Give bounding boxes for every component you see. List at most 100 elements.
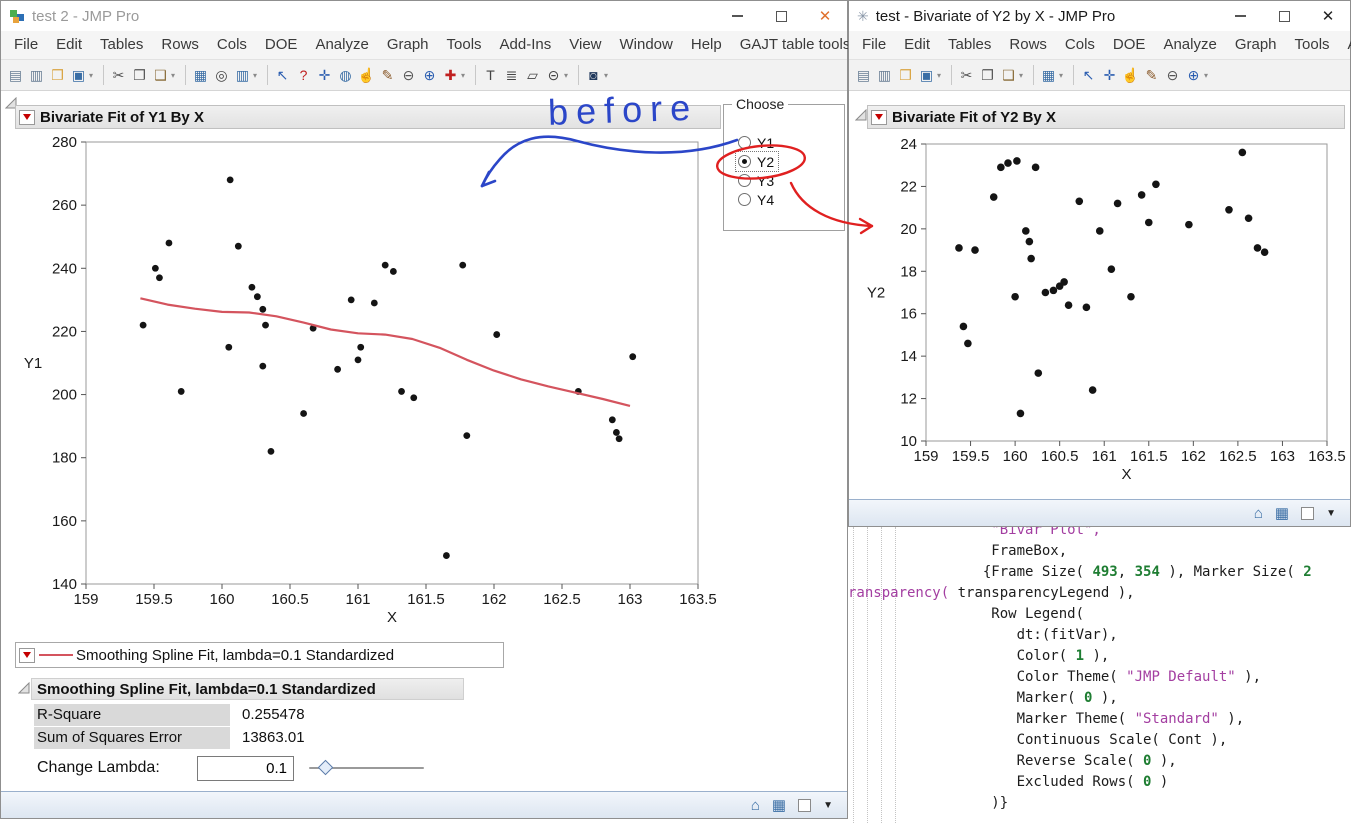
- window-grid-icon[interactable]: ▦: [772, 796, 786, 814]
- gajt-tool-icon[interactable]: ◙: [583, 64, 604, 86]
- menu-analyze[interactable]: Analyze: [306, 31, 377, 59]
- window-layout-icon[interactable]: ▥: [232, 64, 253, 86]
- brush-icon[interactable]: ✎: [1141, 64, 1162, 86]
- menu-gajt-table-tools[interactable]: GAJT table tools: [731, 31, 860, 59]
- plot-frame[interactable]: [86, 142, 698, 584]
- menu-file[interactable]: File: [853, 31, 895, 59]
- annotate-text-icon[interactable]: T: [480, 64, 501, 86]
- binoculars-icon[interactable]: ◎: [211, 64, 232, 86]
- annotate-oval-icon[interactable]: ⊝: [543, 64, 564, 86]
- menu-tools[interactable]: Tools: [1286, 31, 1339, 59]
- arrow-cursor-icon[interactable]: ↖: [272, 64, 293, 86]
- toolbar-dropdown-caret-icon[interactable]: ▾: [604, 71, 612, 80]
- home-icon[interactable]: ⌂: [751, 797, 760, 814]
- cut-icon[interactable]: ✂: [108, 64, 129, 86]
- radio-option-y1[interactable]: Y1: [736, 133, 778, 152]
- menu-cols[interactable]: Cols: [208, 31, 256, 59]
- home-icon[interactable]: ⌂: [1254, 505, 1263, 522]
- window-grid-icon[interactable]: ▦: [1275, 504, 1289, 522]
- menu-edit[interactable]: Edit: [895, 31, 939, 59]
- red-triangle-menu-icon[interactable]: [19, 110, 35, 125]
- help-icon[interactable]: ?: [293, 64, 314, 86]
- left-titlebar[interactable]: test 2 - JMP Pro ✕: [1, 1, 847, 31]
- mover-icon[interactable]: ✛: [1099, 64, 1120, 86]
- toolbar-dropdown-caret-icon[interactable]: ▾: [89, 71, 97, 80]
- red-triangle-menu-icon[interactable]: [871, 110, 887, 125]
- menu-view[interactable]: View: [560, 31, 610, 59]
- menu-help[interactable]: Help: [682, 31, 731, 59]
- data-table-icon[interactable]: ▦: [1038, 64, 1059, 86]
- crosshair-plus-icon[interactable]: ✚: [440, 64, 461, 86]
- grabber-hand-icon[interactable]: ☝: [356, 64, 377, 86]
- annotate-polygon-icon[interactable]: ▱: [522, 64, 543, 86]
- brush-icon[interactable]: ✎: [377, 64, 398, 86]
- close-icon[interactable]: ✕: [803, 1, 847, 31]
- spline-section-header[interactable]: Smoothing Spline Fit, lambda=0.1 Standar…: [31, 678, 464, 700]
- new-journal-icon[interactable]: ▤: [5, 64, 26, 86]
- menu-graph[interactable]: Graph: [1226, 31, 1286, 59]
- radio-button-icon[interactable]: [738, 136, 751, 149]
- save-icon[interactable]: ▣: [916, 64, 937, 86]
- radio-option-y4[interactable]: Y4: [736, 190, 778, 209]
- paste-icon[interactable]: ❑: [998, 64, 1019, 86]
- radio-button-icon[interactable]: [738, 155, 751, 168]
- menu-analyze[interactable]: Analyze: [1154, 31, 1225, 59]
- lambda-slider[interactable]: [309, 760, 424, 777]
- toolbar-dropdown-caret-icon[interactable]: ▾: [461, 71, 469, 80]
- annotate-lines-icon[interactable]: ≣: [501, 64, 522, 86]
- menu-file[interactable]: File: [5, 31, 47, 59]
- radio-option-y2[interactable]: Y2: [736, 152, 778, 171]
- paste-icon[interactable]: ❑: [150, 64, 171, 86]
- radio-button-icon[interactable]: [738, 174, 751, 187]
- toolbar-dropdown-caret-icon[interactable]: ▾: [564, 71, 572, 80]
- zoom-in-icon[interactable]: ⊕: [1183, 64, 1204, 86]
- right-titlebar[interactable]: ✳ test - Bivariate of Y2 by X - JMP Pro …: [849, 1, 1350, 31]
- zoom-out-icon[interactable]: ⊖: [1162, 64, 1183, 86]
- menu-ad[interactable]: Ad: [1339, 31, 1351, 59]
- maximize-icon[interactable]: [759, 1, 803, 31]
- toolbar-dropdown-caret-icon[interactable]: ▾: [171, 71, 179, 80]
- menu-edit[interactable]: Edit: [47, 31, 91, 59]
- scatter-plot-y1[interactable]: 140160180200220240260280159159.5160160.5…: [1, 129, 746, 639]
- cut-icon[interactable]: ✂: [956, 64, 977, 86]
- save-icon[interactable]: ▣: [68, 64, 89, 86]
- toolbar-dropdown-caret-icon[interactable]: ▾: [937, 71, 945, 80]
- open-file-icon[interactable]: ❒: [895, 64, 916, 86]
- script-editor[interactable]: "Bivar Plot", FrameBox, {Frame Size( 493…: [848, 527, 1351, 823]
- new-journal-icon[interactable]: ▤: [853, 64, 874, 86]
- menu-window[interactable]: Window: [611, 31, 682, 59]
- disclosure-triangle-icon[interactable]: [18, 682, 30, 694]
- disclosure-triangle-icon[interactable]: [855, 109, 867, 121]
- menu-graph[interactable]: Graph: [378, 31, 438, 59]
- minimize-icon[interactable]: [1218, 1, 1262, 31]
- grabber-hand-icon[interactable]: ☝: [1120, 64, 1141, 86]
- dropdown-icon[interactable]: ▼: [823, 800, 833, 811]
- menu-rows[interactable]: Rows: [152, 31, 208, 59]
- zoom-out-icon[interactable]: ⊖: [398, 64, 419, 86]
- red-triangle-menu-icon[interactable]: [19, 648, 35, 663]
- mover-icon[interactable]: ✛: [314, 64, 335, 86]
- close-icon[interactable]: ✕: [1306, 1, 1350, 31]
- scatter-plot-y2[interactable]: 1012141618202224159159.5160160.5161161.5…: [849, 129, 1351, 495]
- zoom-in-icon[interactable]: ⊕: [419, 64, 440, 86]
- copy-icon[interactable]: ❐: [977, 64, 998, 86]
- toolbar-dropdown-caret-icon[interactable]: ▾: [1019, 71, 1027, 80]
- copy-icon[interactable]: ❐: [129, 64, 150, 86]
- menu-doe[interactable]: DOE: [256, 31, 307, 59]
- globe-icon[interactable]: ◍: [335, 64, 356, 86]
- radio-option-y3[interactable]: Y3: [736, 171, 778, 190]
- plot-frame[interactable]: [926, 144, 1327, 441]
- menu-tools[interactable]: Tools: [438, 31, 491, 59]
- toolbar-dropdown-caret-icon[interactable]: ▾: [253, 71, 261, 80]
- radio-button-icon[interactable]: [738, 193, 751, 206]
- data-table-icon[interactable]: ▦: [190, 64, 211, 86]
- data-filter-box-icon[interactable]: [1301, 507, 1314, 520]
- new-script-icon[interactable]: ▥: [874, 64, 895, 86]
- data-filter-box-icon[interactable]: [798, 799, 811, 812]
- toolbar-dropdown-caret-icon[interactable]: ▾: [1059, 71, 1067, 80]
- menu-cols[interactable]: Cols: [1056, 31, 1104, 59]
- open-file-icon[interactable]: ❒: [47, 64, 68, 86]
- menu-rows[interactable]: Rows: [1000, 31, 1056, 59]
- toolbar-dropdown-caret-icon[interactable]: ▾: [1204, 71, 1212, 80]
- menu-add-ins[interactable]: Add-Ins: [491, 31, 561, 59]
